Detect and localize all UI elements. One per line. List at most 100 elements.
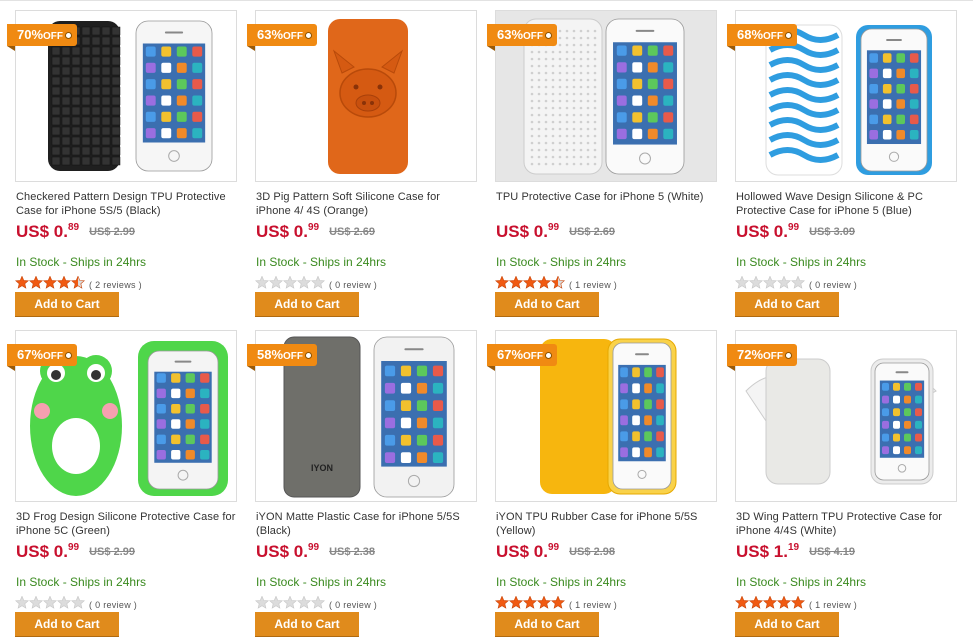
- add-to-cart-button[interactable]: Add to Cart: [735, 612, 839, 637]
- star-full-icon: [508, 275, 524, 289]
- price: US$ 0.99 US$ 2.38: [256, 542, 375, 562]
- add-to-cart-button[interactable]: Add to Cart: [495, 612, 599, 637]
- product-title-link[interactable]: 3D Pig Pattern Soft Silicone Case for iP…: [256, 190, 476, 218]
- stock-status: In Stock - Ships in 24hrs: [256, 255, 387, 269]
- price: US$ 0.99 US$ 2.99: [16, 542, 135, 562]
- star-full-icon: [494, 275, 510, 289]
- rating: ( 0 review ): [254, 595, 377, 610]
- reviews-link[interactable]: ( 0 review ): [89, 600, 137, 610]
- reviews-link[interactable]: ( 1 review ): [809, 600, 857, 610]
- star-empty-icon: [14, 595, 30, 609]
- stock-status: In Stock - Ships in 24hrs: [736, 575, 867, 589]
- add-to-cart-button[interactable]: Add to Cart: [15, 612, 119, 637]
- price-main: US$ 0.: [16, 222, 68, 241]
- price-main: US$ 1.: [736, 542, 788, 561]
- badge-dot-icon: [65, 32, 73, 39]
- star-empty-icon: [748, 275, 764, 289]
- price-cents: 99: [307, 542, 320, 553]
- old-price: US$ 4.19: [809, 546, 855, 558]
- rating: ( 1 review ): [494, 275, 617, 290]
- add-to-cart-button[interactable]: Add to Cart: [735, 292, 839, 317]
- reviews-link[interactable]: ( 1 review ): [569, 280, 617, 290]
- product-title-link[interactable]: Hollowed Wave Design Silicone & PC Prote…: [736, 190, 956, 218]
- star-empty-icon: [268, 595, 284, 609]
- star-full-icon: [28, 275, 44, 289]
- star-empty-icon: [734, 275, 750, 289]
- stock-status: In Stock - Ships in 24hrs: [256, 575, 387, 589]
- discount-badge: 63%OFF: [247, 24, 318, 51]
- discount-off-label: OFF: [43, 351, 64, 362]
- star-half-icon: [70, 275, 86, 289]
- star-full-icon: [536, 595, 552, 609]
- price: US$ 0.99 US$ 3.09: [736, 222, 855, 242]
- product-title-link[interactable]: iYON Matte Plastic Case for iPhone 5/5S …: [256, 510, 476, 538]
- reviews-link[interactable]: ( 0 review ): [809, 280, 857, 290]
- price: US$ 0.99 US$ 2.98: [496, 542, 615, 562]
- old-price: US$ 2.69: [569, 226, 615, 238]
- discount-badge: 70%OFF: [7, 24, 78, 51]
- price-cents: 99: [307, 222, 320, 233]
- badge-dot-icon: [545, 32, 553, 39]
- star-empty-icon: [254, 595, 270, 609]
- product-title-link[interactable]: iYON TPU Rubber Case for iPhone 5/5S (Ye…: [496, 510, 716, 538]
- rating: ( 2 reviews ): [14, 275, 142, 290]
- product-title-link[interactable]: Checkered Pattern Design TPU Protective …: [16, 190, 236, 218]
- top-divider: [0, 0, 973, 1]
- star-empty-icon: [42, 595, 58, 609]
- badge-dot-icon: [785, 32, 793, 39]
- add-to-cart-button[interactable]: Add to Cart: [255, 292, 359, 317]
- discount-percent: 68%: [737, 27, 764, 42]
- price-cents: 99: [67, 542, 80, 553]
- star-empty-icon: [310, 595, 326, 609]
- reviews-link[interactable]: ( 0 review ): [329, 280, 377, 290]
- price: US$ 0.89 US$ 2.99: [16, 222, 135, 242]
- price-cents: 99: [547, 222, 560, 233]
- product-title-link[interactable]: TPU Protective Case for iPhone 5 (White): [496, 190, 716, 204]
- reviews-link[interactable]: ( 1 review ): [569, 600, 617, 610]
- old-price: US$ 2.99: [89, 226, 135, 238]
- reviews-link[interactable]: ( 0 review ): [329, 600, 377, 610]
- star-half-icon: [550, 275, 566, 289]
- star-full-icon: [42, 275, 58, 289]
- discount-badge: 58%OFF: [247, 344, 318, 371]
- discount-off-label: OFF: [283, 31, 304, 42]
- badge-dot-icon: [785, 352, 793, 359]
- price: US$ 0.99 US$ 2.69: [496, 222, 615, 242]
- star-empty-icon: [56, 595, 72, 609]
- stock-status: In Stock - Ships in 24hrs: [16, 255, 147, 269]
- old-price: US$ 2.69: [329, 226, 375, 238]
- discount-percent: 70%: [17, 27, 44, 42]
- badge-dot-icon: [305, 352, 313, 359]
- reviews-link[interactable]: ( 2 reviews ): [89, 280, 142, 290]
- discount-percent: 58%: [257, 347, 284, 362]
- star-empty-icon: [254, 275, 270, 289]
- discount-percent: 67%: [497, 347, 524, 362]
- product-title-link[interactable]: 3D Wing Pattern TPU Protective Case for …: [736, 510, 956, 538]
- discount-percent: 67%: [17, 347, 44, 362]
- discount-off-label: OFF: [523, 351, 544, 362]
- star-empty-icon: [70, 595, 86, 609]
- discount-off-label: OFF: [283, 351, 304, 362]
- add-to-cart-button[interactable]: Add to Cart: [495, 292, 599, 317]
- add-to-cart-button[interactable]: Add to Cart: [15, 292, 119, 317]
- rating: ( 0 review ): [14, 595, 137, 610]
- star-full-icon: [522, 595, 538, 609]
- price-cents: 89: [67, 222, 80, 233]
- discount-off-label: OFF: [523, 31, 544, 42]
- add-to-cart-button[interactable]: Add to Cart: [255, 612, 359, 637]
- star-empty-icon: [296, 275, 312, 289]
- star-full-icon: [494, 595, 510, 609]
- discount-percent: 63%: [257, 27, 284, 42]
- star-empty-icon: [310, 275, 326, 289]
- product-title-link[interactable]: 3D Frog Design Silicone Protective Case …: [16, 510, 236, 538]
- star-full-icon: [734, 595, 750, 609]
- old-price: US$ 2.38: [329, 546, 375, 558]
- star-full-icon: [550, 595, 566, 609]
- discount-off-label: OFF: [763, 351, 784, 362]
- star-empty-icon: [296, 595, 312, 609]
- price-main: US$ 0.: [256, 222, 308, 241]
- price-cents: 99: [547, 542, 560, 553]
- old-price: US$ 2.98: [569, 546, 615, 558]
- discount-badge: 67%OFF: [7, 344, 78, 371]
- badge-dot-icon: [305, 32, 313, 39]
